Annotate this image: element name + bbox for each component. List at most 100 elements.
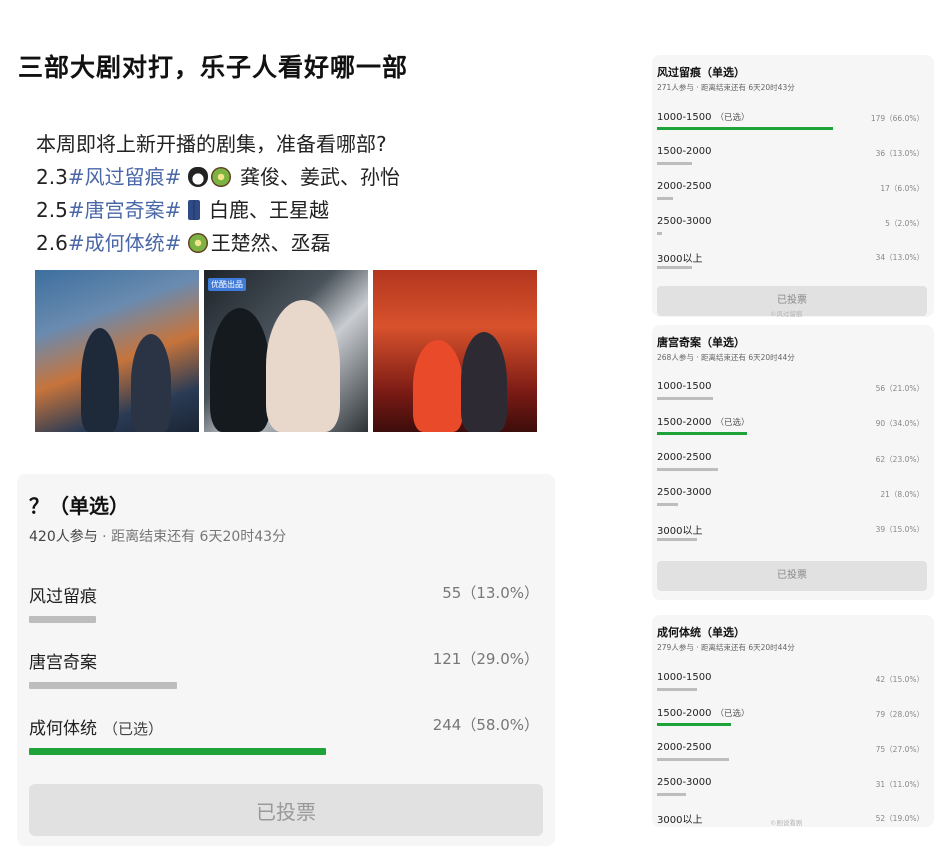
side-poll-option[interactable]: 2000-2500 75（27.0%） (657, 742, 927, 772)
penguin-icon (187, 167, 208, 187)
drama-date: 2.3 (36, 165, 68, 189)
side-poll-option-selected: （已选） (715, 113, 750, 123)
side-poll-title: 唐宫奇案（单选） (657, 336, 745, 349)
side-poll-option-count: 36（13.0%） (875, 149, 924, 158)
side-poll-option-bar (657, 197, 673, 200)
side-poll-option-label: 2000-2500 (657, 452, 712, 463)
side-poll-option-label: 3000以上 (657, 254, 703, 265)
poll-option-label: 风过留痕 (29, 587, 97, 607)
side-poll-option-count: 56（21.0%） (875, 384, 924, 393)
main-poll-card: ？（单选） 420人参与 · 距离结束还有 6天20时43分 风过留痕 55（1… (17, 474, 555, 846)
side-poll-option[interactable]: 2000-2500 62（23.0%） (657, 452, 927, 482)
side-poll-option-bar (657, 688, 697, 691)
poll-question: ？（单选） (29, 494, 129, 518)
poll-option-label: 唐宫奇案 (29, 653, 97, 673)
poll-option-bar (29, 748, 326, 755)
side-poll-option[interactable]: 1000-1500 （已选） 179（66.0%） (657, 111, 927, 141)
side-poll-option-count: 62（23.0%） (875, 455, 924, 464)
drama-line-1: 2.3#风过留痕# 龚俊、姜武、孙怡 (36, 161, 400, 194)
side-poll-option-bar (657, 127, 833, 130)
drama-cast: 龚俊、姜武、孙怡 (240, 165, 401, 189)
side-poll-option-count: 5（2.0%） (885, 219, 924, 228)
jeans-icon (187, 200, 200, 220)
side-poll-option-label: 3000以上 (657, 526, 703, 537)
side-poll-option-count: 21（8.0%） (880, 490, 924, 499)
side-poll-option-count: 42（15.0%） (875, 675, 924, 684)
poll-deadline: · 距离结束还有 6天20时43分 (97, 529, 287, 545)
side-poll-option[interactable]: 2500-3000 21（8.0%） (657, 487, 927, 517)
drama-date: 2.6 (36, 231, 68, 255)
side-poll-option[interactable]: 1500-2000 （已选） 90（34.0%） (657, 416, 927, 446)
side-voted-button[interactable]: 已投票 (657, 561, 927, 591)
side-poll-option-label: 1000-1500 (657, 112, 712, 123)
drama-cast: 王楚然、丞磊 (210, 231, 331, 255)
side-poll-option-count: 31（11.0%） (875, 780, 924, 789)
poster-tanggong-qian[interactable]: 优酷出品 (204, 270, 368, 432)
voted-button[interactable]: 已投票 (29, 784, 543, 836)
poll-option[interactable]: 风过留痕 55（13.0%） (29, 582, 543, 638)
poster-chenghe-titong[interactable] (373, 270, 537, 432)
side-poll-option-label: 2500-3000 (657, 216, 712, 227)
drama-date: 2.5 (36, 198, 68, 222)
side-poll-title: 风过留痕（单选） (657, 66, 745, 79)
drama-hashtag[interactable]: #成何体统# (68, 231, 182, 255)
poll-option-bar (29, 682, 178, 689)
side-poll-option-bar (657, 538, 697, 541)
side-poll-option-label: 2500-3000 (657, 777, 712, 788)
side-poll-option-selected: （已选） (715, 418, 750, 428)
side-poll-option-label: 1000-1500 (657, 672, 712, 683)
side-poll-option-count: 39（15.0%） (875, 525, 924, 534)
kiwi-icon (187, 233, 208, 253)
side-poll-option[interactable]: 2500-3000 5（2.0%） (657, 216, 927, 246)
side-poll-option[interactable]: 2000-2500 17（6.0%） (657, 181, 927, 211)
kiwi-icon (210, 167, 231, 187)
side-poll-option-bar (657, 793, 687, 796)
main-post: 三部大剧对打，乐子人看好哪一部 本周即将上新开播的剧集，准备看哪部? 2.3#风… (0, 0, 560, 860)
side-poll-option-label: 1000-1500 (657, 381, 712, 392)
drama-line-3: 2.6#成何体统# 王楚然、丞磊 (36, 227, 400, 260)
description-intro: 本周即将上新开播的剧集，准备看哪部? (36, 132, 387, 156)
side-poll-option[interactable]: 3000以上 34（13.0%） (657, 250, 927, 280)
side-poll-option-label: 2500-3000 (657, 487, 712, 498)
side-poll-option-bar (657, 266, 692, 269)
side-poll-option-bar (657, 758, 729, 761)
side-poll-option[interactable]: 3000以上 39（15.0%） (657, 522, 927, 552)
poster-fengguo-liuhen[interactable] (35, 270, 199, 432)
side-poll-option-label: 2000-2500 (657, 742, 712, 753)
side-poll-option-count: 90（34.0%） (875, 419, 924, 428)
poll-option-count: 121（29.0%） (432, 650, 539, 668)
side-poll-option[interactable]: 2500-3000 31（11.0%） (657, 777, 927, 807)
side-poll-option[interactable]: 1000-1500 56（21.0%） (657, 381, 927, 411)
poll-option-label: 成何体统 (29, 719, 97, 739)
side-poll-meta: 268人参与 · 距离结束还有 6天20时44分 (657, 353, 795, 362)
side-poll-card: 风过留痕（单选） 271人参与 · 距离结束还有 6天20时43分 1000-1… (652, 55, 934, 317)
side-poll-title: 成何体统（单选） (657, 626, 745, 639)
poll-option-count: 55（13.0%） (442, 584, 539, 602)
side-poll-option-bar (657, 397, 713, 400)
poll-option[interactable]: 唐宫奇案 121（29.0%） (29, 648, 543, 704)
post-title: 三部大剧对打，乐子人看好哪一部 (18, 53, 409, 82)
side-poll-option-bar (657, 432, 748, 435)
poll-participants: 420人参与 (29, 529, 98, 545)
side-poll-option-bar (657, 162, 692, 165)
side-poll-option[interactable]: 1500-2000 （已选） 79（28.0%） (657, 707, 927, 737)
side-poll-option-bar (657, 723, 732, 726)
drama-hashtag[interactable]: #唐宫奇案# (68, 198, 182, 222)
post-description: 本周即将上新开播的剧集，准备看哪部? 2.3#风过留痕# 龚俊、姜武、孙怡 2.… (36, 128, 400, 260)
side-poll-option-label: 1500-2000 (657, 708, 712, 719)
side-poll-option-label: 2000-2500 (657, 181, 712, 192)
side-poll-card: 成何体统（单选） 279人参与 · 距离结束还有 6天20时44分 1000-1… (652, 615, 934, 827)
side-poll-option-count: 179（66.0%） (870, 114, 924, 123)
side-poll-option-label: 1500-2000 (657, 417, 712, 428)
poll-option[interactable]: 成何体统 （已选） 244（58.0%） (29, 714, 543, 770)
side-poll-option[interactable]: 1500-2000 36（13.0%） (657, 146, 927, 176)
drama-cast: 白鹿、王星越 (209, 198, 330, 222)
drama-line-2: 2.5#唐宫奇案# 白鹿、王星越 (36, 194, 400, 227)
drama-hashtag[interactable]: #风过留痕# (68, 165, 182, 189)
side-poll-card: 唐宫奇案（单选） 268人参与 · 距离结束还有 6天20时44分 1000-1… (652, 325, 934, 600)
side-poll-option[interactable]: 1000-1500 42（15.0%） (657, 672, 927, 702)
side-poll-option-bar (657, 468, 719, 471)
poster-badge: 优酷出品 (208, 278, 246, 291)
side-poll-option-count: 79（28.0%） (875, 710, 924, 719)
side-poll-option-bar (657, 232, 663, 235)
